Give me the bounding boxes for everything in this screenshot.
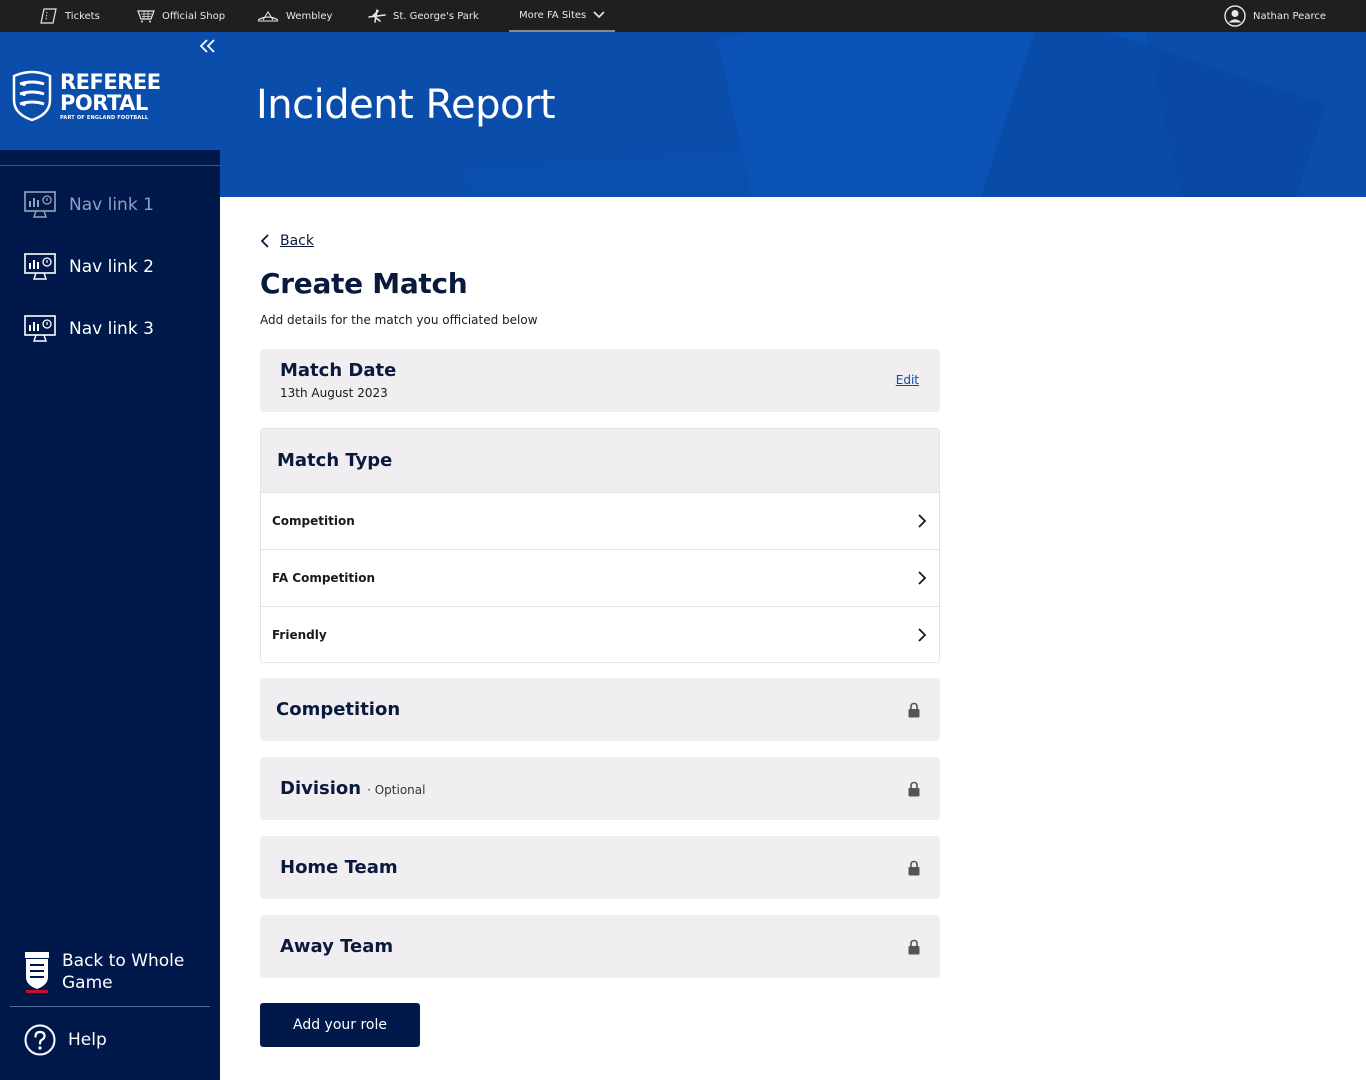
ticket-icon xyxy=(40,8,57,24)
lock-icon xyxy=(908,939,920,954)
optional-note: · Optional xyxy=(367,783,426,797)
sidebar: REFEREE PORTAL PART OF ENGLAND FOOTBALL … xyxy=(0,32,220,1080)
home-team-section-locked: Home Team xyxy=(260,836,940,899)
page-hero-banner: Incident Report xyxy=(220,32,1366,197)
section-label: Division xyxy=(280,778,362,799)
shopping-basket-icon xyxy=(137,10,155,23)
section-label: Away Team xyxy=(280,936,394,957)
help-label: Help xyxy=(68,1030,107,1050)
section-label: Competition xyxy=(276,699,401,720)
edit-match-date-link[interactable]: Edit xyxy=(896,373,919,387)
chevron-down-icon xyxy=(593,11,605,19)
sidebar-divider xyxy=(0,165,220,166)
tickets-link[interactable]: Tickets xyxy=(40,0,100,32)
help-link[interactable]: Help xyxy=(24,1024,107,1056)
sidebar-brand-area: REFEREE PORTAL PART OF ENGLAND FOOTBALL xyxy=(0,32,220,150)
match-date-value: 13th August 2023 xyxy=(280,386,388,400)
back-to-whole-game-link[interactable]: Back to Whole Game xyxy=(24,950,204,994)
user-name: Nathan Pearce xyxy=(1252,10,1326,22)
logo-line-2: PORTAL xyxy=(60,90,148,115)
help-question-icon xyxy=(24,1024,56,1056)
tickets-label: Tickets xyxy=(65,10,100,22)
match-type-option-competition[interactable]: Competition xyxy=(261,492,939,549)
wembley-link[interactable]: Wembley xyxy=(257,0,332,32)
match-type-option-friendly[interactable]: Friendly xyxy=(261,606,939,662)
match-date-label: Match Date xyxy=(280,360,397,381)
lock-icon xyxy=(908,860,920,875)
option-label: FA Competition xyxy=(272,571,376,585)
sidebar-item-nav-link-2[interactable]: Nav link 2 xyxy=(24,249,204,285)
sidebar-item-label: Nav link 2 xyxy=(69,257,154,277)
hero-title: Incident Report xyxy=(256,82,556,128)
double-chevron-left-icon xyxy=(199,39,215,53)
top-utility-bar: Tickets Official Shop Wembley St. George… xyxy=(0,0,1366,32)
fa-crest-icon xyxy=(25,952,49,993)
dashboard-monitor-icon xyxy=(24,315,56,342)
official-shop-label: Official Shop xyxy=(162,10,226,22)
three-lions-crest-icon xyxy=(12,70,52,122)
back-label: Back xyxy=(280,233,314,249)
option-label: Competition xyxy=(272,514,355,528)
hero-decorative-shape xyxy=(973,32,1327,197)
competition-section-locked: Competition xyxy=(260,678,940,741)
match-type-option-fa-competition[interactable]: FA Competition xyxy=(261,549,939,606)
logo-wordmark: REFEREE PORTAL PART OF ENGLAND FOOTBALL xyxy=(60,69,161,121)
match-date-card: Match Date 13th August 2023 Edit xyxy=(260,349,940,412)
add-your-role-button[interactable]: Add your role xyxy=(260,1003,420,1047)
plane-icon xyxy=(368,9,386,23)
user-avatar-icon xyxy=(1224,5,1246,27)
division-section-locked: Division · Optional xyxy=(260,757,940,820)
hero-decorative-shape xyxy=(466,134,974,197)
away-team-section-locked: Away Team xyxy=(260,915,940,978)
more-fa-sites-label: More FA Sites xyxy=(519,9,587,21)
lock-icon xyxy=(908,781,920,796)
st-georges-park-label: St. George's Park xyxy=(393,10,479,22)
sidebar-item-nav-link-1[interactable]: Nav link 1 xyxy=(24,187,204,223)
referee-portal-logo[interactable]: REFEREE PORTAL PART OF ENGLAND FOOTBALL xyxy=(10,70,161,122)
sidebar-item-label: Nav link 1 xyxy=(69,195,154,215)
back-to-whole-game-label: Back to Whole Game xyxy=(62,951,185,993)
user-account-menu[interactable]: Nathan Pearce xyxy=(1224,0,1326,32)
wembley-label: Wembley xyxy=(286,10,333,22)
match-type-section: Match Type Competition FA Competition Fr… xyxy=(260,428,940,663)
section-label: Home Team xyxy=(280,857,398,878)
chevron-right-icon xyxy=(918,571,927,585)
sidebar-item-nav-link-3[interactable]: Nav link 3 xyxy=(24,311,204,347)
sidebar-item-label: Nav link 3 xyxy=(69,319,154,339)
logo-line-1: REFEREE xyxy=(60,69,161,94)
sidebar-bottom-divider xyxy=(10,1006,210,1007)
lock-icon xyxy=(908,702,920,717)
logo-line-3: PART OF ENGLAND FOOTBALL xyxy=(60,114,149,121)
chevron-right-icon xyxy=(918,514,927,528)
option-label: Friendly xyxy=(272,628,327,642)
chevron-left-icon xyxy=(260,234,269,248)
official-shop-link[interactable]: Official Shop xyxy=(137,0,225,32)
page-subtitle: Add details for the match you officiated… xyxy=(260,313,538,327)
dashboard-monitor-icon xyxy=(24,253,56,280)
collapse-sidebar-button[interactable] xyxy=(198,38,218,54)
match-type-heading: Match Type xyxy=(261,429,939,492)
page-title: Create Match xyxy=(260,267,468,300)
more-fa-sites-dropdown[interactable]: More FA Sites xyxy=(509,0,616,32)
st-georges-park-link[interactable]: St. George's Park xyxy=(368,0,479,32)
back-link[interactable]: Back xyxy=(260,233,314,249)
dashboard-monitor-icon xyxy=(24,191,56,218)
chevron-right-icon xyxy=(918,628,927,642)
section-heading: Division · Optional xyxy=(280,778,425,799)
stadium-icon xyxy=(257,11,279,22)
